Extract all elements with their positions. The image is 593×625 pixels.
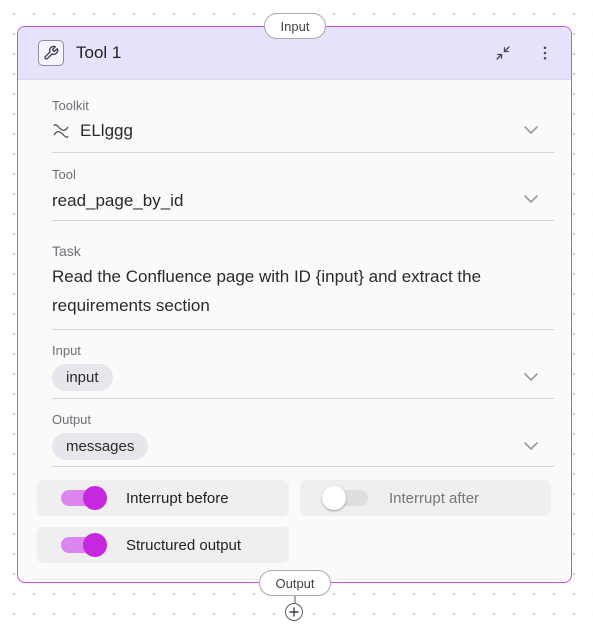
chevron-down-icon[interactable] [524, 125, 538, 135]
input-field[interactable]: Input input [52, 343, 554, 399]
interrupt-after-switch[interactable] [322, 486, 368, 510]
interrupt-after-card[interactable]: Interrupt after [300, 480, 551, 516]
output-label: Output [52, 412, 92, 427]
structured-output-label: Structured output [126, 536, 242, 554]
chevron-down-icon[interactable] [524, 372, 538, 382]
toolkit-field[interactable]: Toolkit ELlggg [52, 97, 554, 153]
collapse-icon[interactable] [489, 39, 517, 67]
confluence-icon [52, 122, 70, 140]
structured-output-card[interactable]: Structured output [37, 527, 289, 563]
toolkit-label: Toolkit [52, 98, 89, 113]
interrupt-before-label: Interrupt before [126, 489, 229, 507]
add-connection-button[interactable] [285, 603, 303, 621]
tool-label: Tool [52, 167, 76, 182]
output-port[interactable]: Output [259, 570, 331, 596]
input-chip[interactable]: input [52, 364, 113, 391]
plus-icon [289, 607, 299, 617]
node-title[interactable]: Tool 1 [76, 43, 475, 63]
wrench-icon [38, 40, 64, 66]
more-options-icon[interactable] [531, 39, 559, 67]
tool-node[interactable]: Tool 1 Toolkit ELlggg Tool read_page_by_… [17, 26, 572, 583]
structured-output-switch[interactable] [61, 533, 107, 557]
input-port[interactable]: Input [264, 13, 326, 39]
task-field[interactable]: Task Read the Confluence page with ID {i… [52, 243, 554, 330]
task-text-line-2: requirements section [52, 296, 210, 315]
tool-field[interactable]: Tool read_page_by_id [52, 166, 554, 221]
toolkit-value: ELlggg [80, 121, 133, 140]
task-label: Task [52, 243, 81, 259]
input-label: Input [52, 343, 81, 358]
task-text-line-1: Read the Confluence page with ID {input}… [52, 267, 482, 286]
interrupt-before-card[interactable]: Interrupt before [37, 480, 289, 516]
output-field[interactable]: Output messages [52, 412, 554, 467]
interrupt-after-label: Interrupt after [389, 489, 480, 507]
interrupt-before-switch[interactable] [61, 486, 107, 510]
chevron-down-icon[interactable] [524, 441, 538, 451]
chevron-down-icon[interactable] [524, 194, 538, 204]
output-chip[interactable]: messages [52, 433, 149, 460]
tool-value: read_page_by_id [52, 191, 184, 210]
